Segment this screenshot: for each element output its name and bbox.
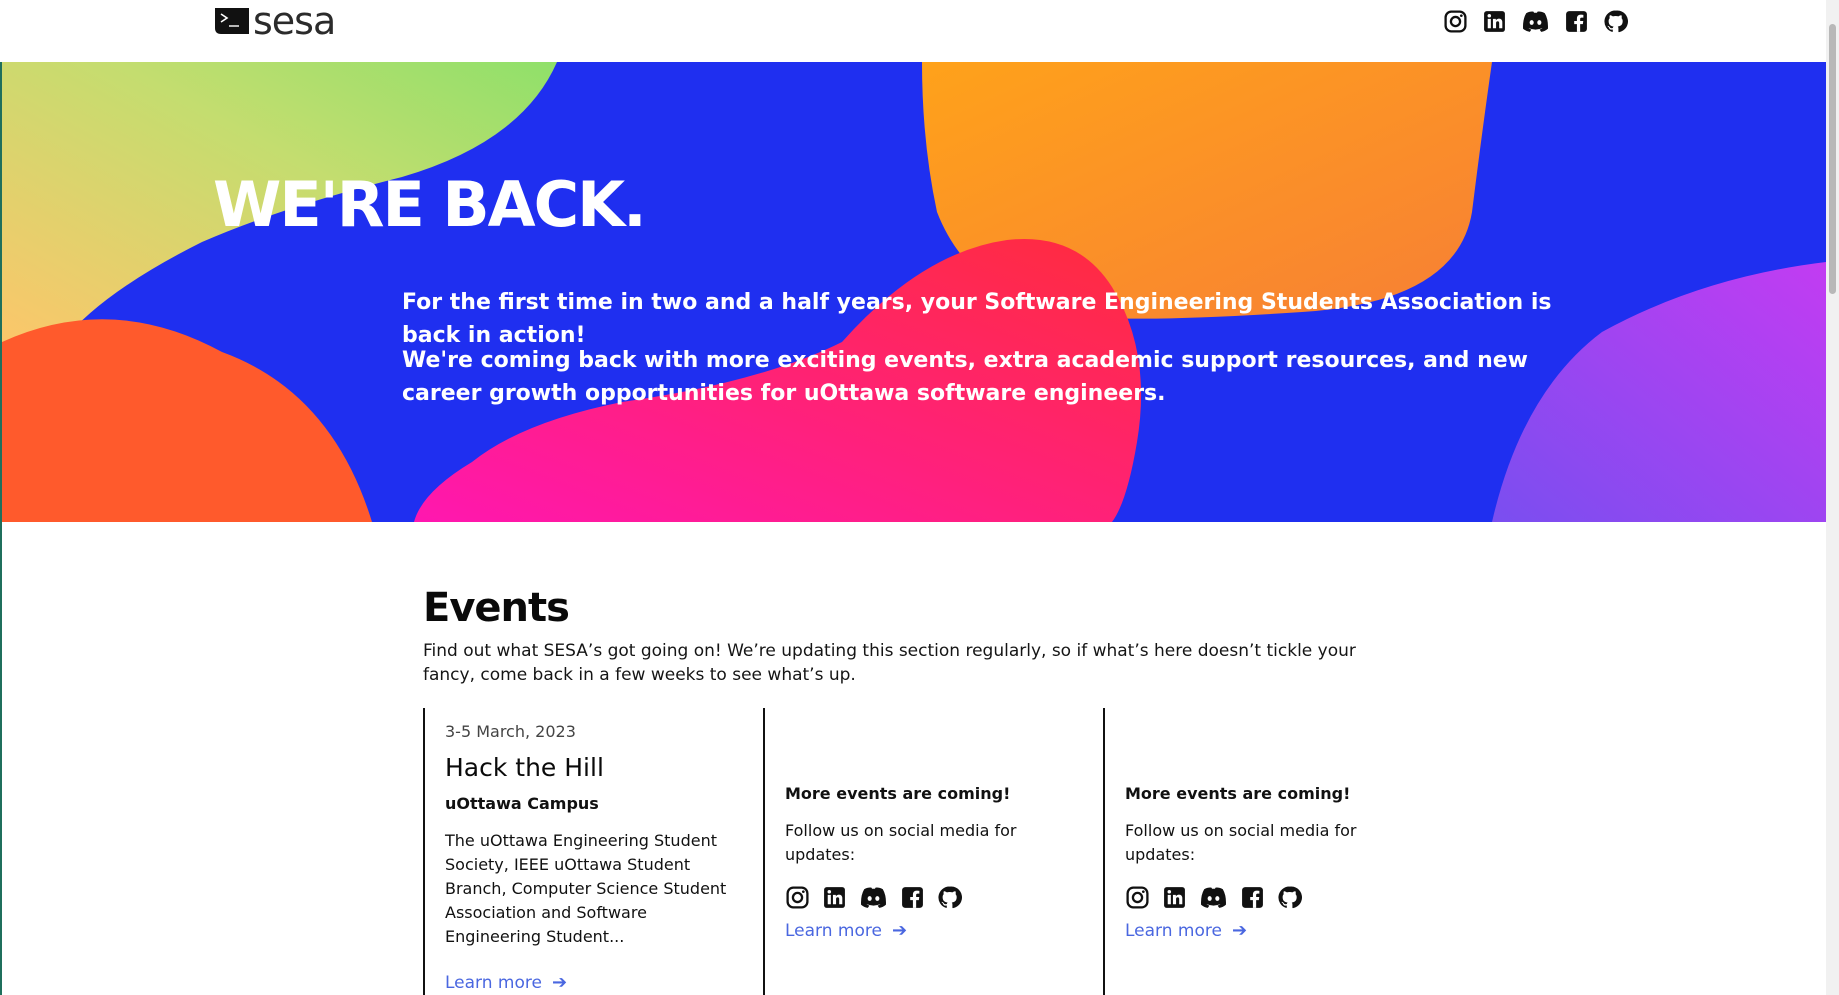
github-icon[interactable]	[937, 885, 962, 910]
event-location: uOttawa Campus	[445, 794, 599, 813]
event-date: 3-5 March, 2023	[445, 722, 576, 741]
card-social-links	[785, 885, 1103, 910]
more-events-subtext: Follow us on social media for updates:	[1125, 821, 1357, 864]
more-events-heading: More events are coming!	[1125, 784, 1351, 803]
instagram-icon[interactable]	[785, 885, 810, 910]
hero-title: WE'RE BACK.	[213, 168, 647, 241]
event-description: The uOttawa Engineering Student Society,…	[445, 831, 727, 946]
learn-more-label: Learn more	[785, 920, 882, 941]
learn-more-link[interactable]: Learn more ➔	[1125, 920, 1443, 941]
facebook-icon[interactable]	[1240, 885, 1265, 910]
github-icon[interactable]	[1603, 9, 1628, 34]
hero-paragraph-1: For the first time in two and a half yea…	[402, 290, 1552, 348]
facebook-icon[interactable]	[1564, 9, 1589, 34]
hero-paragraph-2: We're coming back with more exciting eve…	[402, 348, 1528, 406]
facebook-icon[interactable]	[900, 885, 925, 910]
event-card: 3-5 March, 2023 Hack the Hill uOttawa Ca…	[423, 708, 763, 995]
github-icon[interactable]	[1277, 885, 1302, 910]
scrollbar-thumb[interactable]	[1829, 24, 1836, 294]
linkedin-icon[interactable]	[822, 885, 847, 910]
discord-icon[interactable]	[1199, 885, 1228, 910]
more-events-subtext: Follow us on social media for updates:	[785, 821, 1017, 864]
discord-icon[interactable]	[1521, 9, 1550, 34]
event-cards: 3-5 March, 2023 Hack the Hill uOttawa Ca…	[423, 708, 1445, 995]
learn-more-link[interactable]: Learn more ➔	[785, 920, 1103, 941]
arrow-right-icon: ➔	[551, 972, 568, 993]
events-description: Find out what SESA’s got going on! We’re…	[423, 641, 1356, 685]
instagram-icon[interactable]	[1125, 885, 1150, 910]
arrow-right-icon: ➔	[891, 920, 908, 941]
page-scrollbar[interactable]	[1826, 0, 1839, 995]
learn-more-link[interactable]: Learn more ➔	[445, 972, 567, 993]
hero-banner: WE'RE BACK. For the first time in two an…	[2, 62, 1826, 522]
linkedin-icon[interactable]	[1482, 9, 1507, 34]
linkedin-icon[interactable]	[1162, 885, 1187, 910]
header-social-links	[1443, 9, 1628, 34]
learn-more-label: Learn more	[1125, 920, 1222, 941]
discord-icon[interactable]	[859, 885, 888, 910]
site-header: sesa	[0, 0, 1826, 62]
logo-wordmark: sesa	[253, 0, 336, 43]
site-logo[interactable]: sesa	[213, 0, 336, 43]
event-title: Hack the Hill	[445, 753, 604, 782]
terminal-logo-icon	[213, 4, 251, 38]
events-heading: Events	[423, 585, 570, 631]
learn-more-label: Learn more	[445, 972, 542, 993]
card-social-links	[1125, 885, 1443, 910]
more-events-heading: More events are coming!	[785, 784, 1011, 803]
event-card-placeholder: More events are coming! Follow us on soc…	[763, 708, 1103, 995]
events-section: Events Find out what SESA’s got going on…	[423, 585, 1423, 687]
arrow-right-icon: ➔	[1231, 920, 1248, 941]
event-card-placeholder: More events are coming! Follow us on soc…	[1103, 708, 1443, 995]
instagram-icon[interactable]	[1443, 9, 1468, 34]
